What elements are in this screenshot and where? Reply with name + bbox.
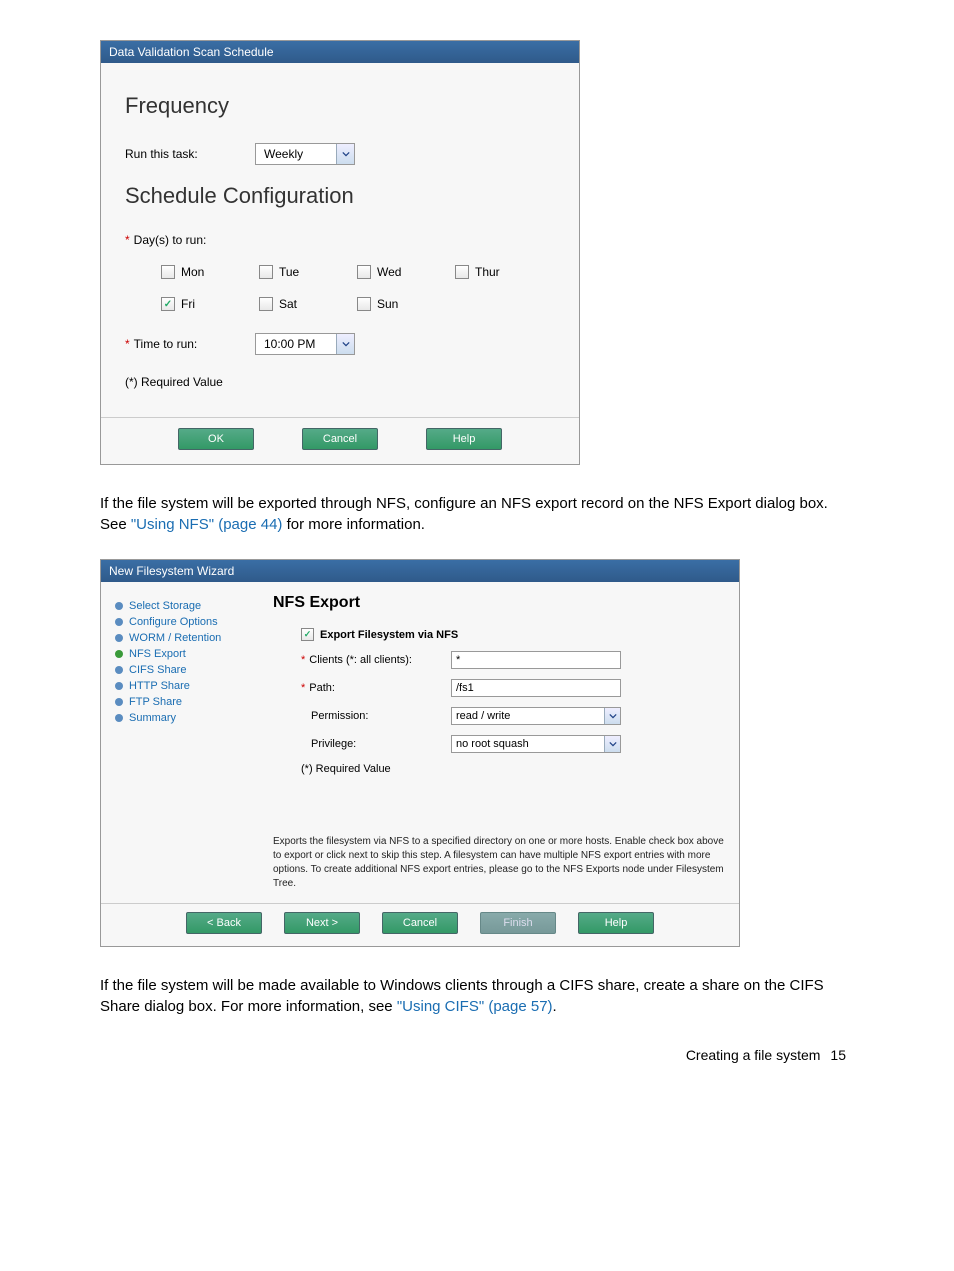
wizard-button-bar: < Back Next > Cancel Finish Help: [101, 903, 739, 946]
path-label: Path:: [309, 682, 335, 694]
privilege-label: Privilege:: [301, 738, 451, 750]
schedule-config-heading: Schedule Configuration: [125, 183, 555, 209]
schedule-panel-title: Data Validation Scan Schedule: [101, 41, 579, 63]
required-star: *: [125, 337, 130, 351]
chevron-down-icon: [336, 144, 354, 164]
run-task-select[interactable]: Weekly: [255, 143, 355, 165]
days-grid: Mon Tue Wed Thur ✓Fri Sat Sun: [161, 265, 555, 311]
time-value: 10:00 PM: [256, 337, 336, 351]
clients-input[interactable]: *: [451, 651, 621, 669]
run-task-label: Run this task:: [125, 147, 255, 161]
paragraph-nfs: If the file system will be exported thro…: [100, 493, 854, 535]
required-note: (*) Required Value: [125, 375, 555, 389]
check-icon: ✓: [301, 628, 314, 641]
using-nfs-link[interactable]: "Using NFS" (page 44): [131, 516, 283, 533]
schedule-panel: Data Validation Scan Schedule Frequency …: [100, 40, 580, 465]
path-input[interactable]: /fs1: [451, 679, 621, 697]
using-cifs-link[interactable]: "Using CIFS" (page 57): [397, 998, 553, 1015]
day-mon[interactable]: Mon: [161, 265, 251, 279]
day-thur[interactable]: Thur: [455, 265, 545, 279]
time-select[interactable]: 10:00 PM: [255, 333, 355, 355]
day-sat[interactable]: Sat: [259, 297, 349, 311]
wizard-help-text: Exports the filesystem via NFS to a spec…: [273, 835, 725, 891]
check-icon: ✓: [161, 297, 175, 311]
page-footer: Creating a file system 15: [100, 1047, 854, 1063]
back-button[interactable]: < Back: [186, 912, 262, 934]
cancel-button[interactable]: Cancel: [302, 428, 378, 450]
help-button[interactable]: Help: [578, 912, 654, 934]
nav-nfs-export[interactable]: NFS Export: [115, 646, 255, 662]
day-wed[interactable]: Wed: [357, 265, 447, 279]
cancel-button[interactable]: Cancel: [382, 912, 458, 934]
wizard-nav: Select Storage Configure Options WORM / …: [115, 594, 255, 903]
frequency-heading: Frequency: [125, 93, 555, 119]
wizard-main: NFS Export ✓ Export Filesystem via NFS *…: [273, 594, 725, 903]
footer-page: 15: [830, 1047, 846, 1063]
privilege-select[interactable]: no root squash: [451, 735, 621, 753]
paragraph-cifs: If the file system will be made availabl…: [100, 975, 854, 1017]
days-label: Day(s) to run:: [134, 233, 207, 247]
run-task-value: Weekly: [256, 147, 336, 161]
chevron-down-icon: [604, 708, 620, 724]
export-via-nfs-checkbox[interactable]: ✓ Export Filesystem via NFS: [301, 628, 725, 641]
permission-select[interactable]: read / write: [451, 707, 621, 725]
nav-ftp-share[interactable]: FTP Share: [115, 694, 255, 710]
wizard-title: New Filesystem Wizard: [101, 560, 739, 582]
day-tue[interactable]: Tue: [259, 265, 349, 279]
clients-label: Clients (*: all clients):: [309, 654, 412, 666]
nav-worm-retention[interactable]: WORM / Retention: [115, 630, 255, 646]
day-sun[interactable]: Sun: [357, 297, 447, 311]
nfs-export-heading: NFS Export: [273, 594, 725, 612]
permission-label: Permission:: [301, 710, 451, 722]
ok-button[interactable]: OK: [178, 428, 254, 450]
nav-summary[interactable]: Summary: [115, 710, 255, 726]
required-star: *: [125, 233, 130, 247]
footer-label: Creating a file system: [686, 1047, 821, 1063]
nav-cifs-share[interactable]: CIFS Share: [115, 662, 255, 678]
nav-configure-options[interactable]: Configure Options: [115, 614, 255, 630]
finish-button: Finish: [480, 912, 556, 934]
schedule-button-bar: OK Cancel Help: [101, 417, 579, 464]
help-button[interactable]: Help: [426, 428, 502, 450]
time-label: Time to run:: [134, 337, 198, 351]
nav-http-share[interactable]: HTTP Share: [115, 678, 255, 694]
chevron-down-icon: [604, 736, 620, 752]
required-note: (*) Required Value: [301, 763, 391, 775]
wizard-panel: New Filesystem Wizard Select Storage Con…: [100, 559, 740, 947]
next-button[interactable]: Next >: [284, 912, 360, 934]
chevron-down-icon: [336, 334, 354, 354]
nav-select-storage[interactable]: Select Storage: [115, 598, 255, 614]
day-fri[interactable]: ✓Fri: [161, 297, 251, 311]
